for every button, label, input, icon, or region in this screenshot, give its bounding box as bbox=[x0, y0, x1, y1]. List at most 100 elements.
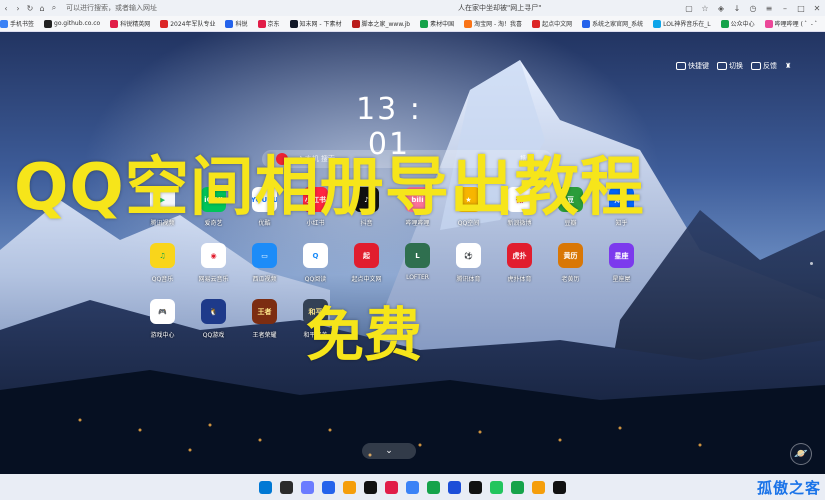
bookmark-item[interactable]: 起点中文网 bbox=[532, 19, 572, 28]
bookmark-favicon-icon bbox=[289, 19, 298, 28]
app-shortcut[interactable]: 🐧 QQ游戏 bbox=[188, 299, 239, 355]
app-icon: 虎扑 bbox=[507, 243, 532, 268]
taskbar-app-icon[interactable] bbox=[259, 480, 272, 494]
taskbar-app-icon[interactable] bbox=[280, 480, 293, 494]
bookmark-favicon-icon bbox=[720, 19, 729, 28]
bookmark-favicon-icon bbox=[764, 19, 773, 28]
scroll-down-button[interactable]: ⌄ bbox=[362, 443, 416, 459]
maximize-icon[interactable]: □ bbox=[793, 4, 809, 13]
taskbar-app-icon[interactable] bbox=[343, 480, 356, 494]
address-input[interactable]: 可以进行搜索，或者输入网址 bbox=[66, 3, 376, 13]
bookmark-label: 淘宝网 - 淘！我喜 bbox=[474, 21, 523, 28]
bookmark-label: 知末网 - 下素材 bbox=[299, 21, 342, 28]
menu-icon[interactable]: ≡ bbox=[761, 4, 777, 13]
bookmark-favicon-icon bbox=[160, 19, 169, 28]
taskbar-app-icon[interactable] bbox=[322, 480, 335, 494]
app-shortcut[interactable]: 🎮 游戏中心 bbox=[137, 299, 188, 355]
bookmark-label: LOL神界音乐在_L bbox=[663, 21, 711, 28]
minimize-icon[interactable]: – bbox=[777, 4, 793, 13]
bookmark-label: 手机书签 bbox=[10, 21, 35, 28]
shortcut-button[interactable]: 快捷键 bbox=[676, 61, 709, 71]
bookmark-favicon-icon bbox=[582, 19, 591, 28]
bookmark-favicon-icon bbox=[532, 19, 541, 28]
app-label: 星座屋 bbox=[612, 276, 631, 283]
app-label: 网易云音乐 bbox=[198, 276, 229, 283]
star-icon[interactable]: ☆ bbox=[697, 4, 713, 13]
app-label: 老黄历 bbox=[561, 276, 580, 283]
bookmark-item[interactable]: 淘宝网 - 淘！我喜 bbox=[464, 19, 522, 28]
app-icon: 黄历 bbox=[558, 243, 583, 268]
app-shortcut[interactable]: ▭ 西瓜视频 bbox=[239, 243, 290, 299]
taskbar-app-icon[interactable] bbox=[406, 480, 419, 494]
keyboard-icon bbox=[676, 62, 686, 70]
forward-icon[interactable]: › bbox=[12, 4, 24, 13]
bookmark-label: go.github.co.co bbox=[54, 20, 101, 27]
bookmark-label: 2024年军队专业 bbox=[170, 21, 216, 28]
taskbar-app-icon[interactable] bbox=[448, 480, 461, 494]
taskbar-app-icon[interactable] bbox=[385, 480, 398, 494]
bookmark-item[interactable]: go.github.co.co bbox=[44, 19, 101, 28]
back-icon[interactable]: ‹ bbox=[0, 4, 12, 13]
app-label: QQ游戏 bbox=[202, 332, 225, 339]
bookmark-label: 哔哩哔哩 ( ゜- ゜ bbox=[774, 21, 821, 28]
bookmark-item[interactable]: LOL神界音乐在_L bbox=[653, 19, 711, 28]
taskbar-app-icon[interactable] bbox=[364, 480, 377, 494]
bookmark-favicon-icon bbox=[225, 19, 234, 28]
app-icon: ⚽ bbox=[456, 243, 481, 268]
bookmark-item[interactable]: 科锐 bbox=[225, 19, 248, 28]
taskbar-app-icon[interactable] bbox=[532, 480, 545, 494]
shield-icon[interactable]: ◈ bbox=[713, 4, 729, 13]
history-icon[interactable]: ◷ bbox=[745, 4, 761, 13]
taskbar-app-icon[interactable] bbox=[490, 480, 503, 494]
app-shortcut[interactable]: 黄历 老黄历 bbox=[545, 243, 596, 299]
app-shortcut[interactable]: 星座 星座屋 bbox=[596, 243, 647, 299]
taskbar-app-icon[interactable] bbox=[427, 480, 440, 494]
wallpaper-button[interactable]: 🪐 bbox=[790, 443, 812, 465]
shirt-icon: ♜ bbox=[785, 62, 792, 70]
bookmark-item[interactable]: 脚本之家_www.jb bbox=[351, 19, 410, 28]
taskbar-app-icon[interactable] bbox=[469, 480, 482, 494]
bookmark-item[interactable]: 系统之家官网_系统 bbox=[582, 19, 643, 28]
close-icon[interactable]: ✕ bbox=[809, 4, 825, 13]
bookmark-item[interactable]: 公众中心 bbox=[720, 19, 755, 28]
feedback-button[interactable]: 反馈 bbox=[751, 61, 777, 71]
refresh-icon[interactable]: ↻ bbox=[24, 4, 36, 13]
home-icon[interactable]: ⌂ bbox=[36, 4, 48, 13]
bookmark-item[interactable]: 科锐精英网 bbox=[110, 19, 150, 28]
app-shortcut[interactable]: 虎扑 虎扑体育 bbox=[494, 243, 545, 299]
bookmark-label: 科锐 bbox=[235, 21, 248, 28]
skin-button[interactable]: ♜ bbox=[785, 62, 791, 70]
app-shortcut[interactable]: 王者 王者荣耀 bbox=[239, 299, 290, 355]
app-label: 王者荣耀 bbox=[252, 332, 277, 339]
app-label: 虎扑体育 bbox=[507, 276, 532, 283]
page-indicator[interactable] bbox=[810, 262, 813, 265]
app-shortcut[interactable]: ♫ QQ音乐 bbox=[137, 243, 188, 299]
bookmark-item[interactable]: 哔哩哔哩 ( ゜- ゜ bbox=[764, 19, 821, 28]
switch-icon bbox=[717, 62, 727, 70]
download-icon[interactable]: ↓ bbox=[729, 4, 745, 13]
app-label: QQ音乐 bbox=[151, 276, 174, 283]
planet-icon: 🪐 bbox=[794, 447, 808, 460]
bookmark-item[interactable]: 2024年军队专业 bbox=[160, 19, 215, 28]
bookmark-item[interactable]: 知末网 - 下素材 bbox=[289, 19, 342, 28]
search-icon: ⌕ bbox=[51, 3, 57, 12]
bookmark-label: 起点中文网 bbox=[542, 21, 573, 28]
bookmark-item[interactable]: 京东 bbox=[257, 19, 280, 28]
app-icon: Q bbox=[303, 243, 328, 268]
taskbar-app-icon[interactable] bbox=[553, 480, 566, 494]
app-shortcut[interactable]: ⚽ 腾讯体育 bbox=[443, 243, 494, 299]
app-label: 游戏中心 bbox=[150, 332, 175, 339]
taskbar-app-icon[interactable] bbox=[511, 480, 524, 494]
switch-button[interactable]: 切换 bbox=[717, 61, 743, 71]
app-label: 西瓜视频 bbox=[252, 276, 277, 283]
bookmark-item[interactable]: 素材中国 bbox=[420, 19, 454, 28]
app-shortcut[interactable]: ◉ 网易云音乐 bbox=[188, 243, 239, 299]
extension-icon[interactable]: ▢ bbox=[681, 4, 697, 13]
bookmark-item[interactable]: 手机书签 bbox=[0, 19, 34, 28]
feedback-icon bbox=[751, 62, 761, 70]
bookmark-favicon-icon bbox=[257, 19, 266, 28]
chevron-down-icon: ⌄ bbox=[385, 446, 393, 456]
taskbar-app-icon[interactable] bbox=[301, 480, 314, 494]
news-ticker[interactable]: 人在家中坐却被"网上寻尸" bbox=[458, 3, 553, 13]
bookmark-favicon-icon bbox=[110, 19, 119, 28]
